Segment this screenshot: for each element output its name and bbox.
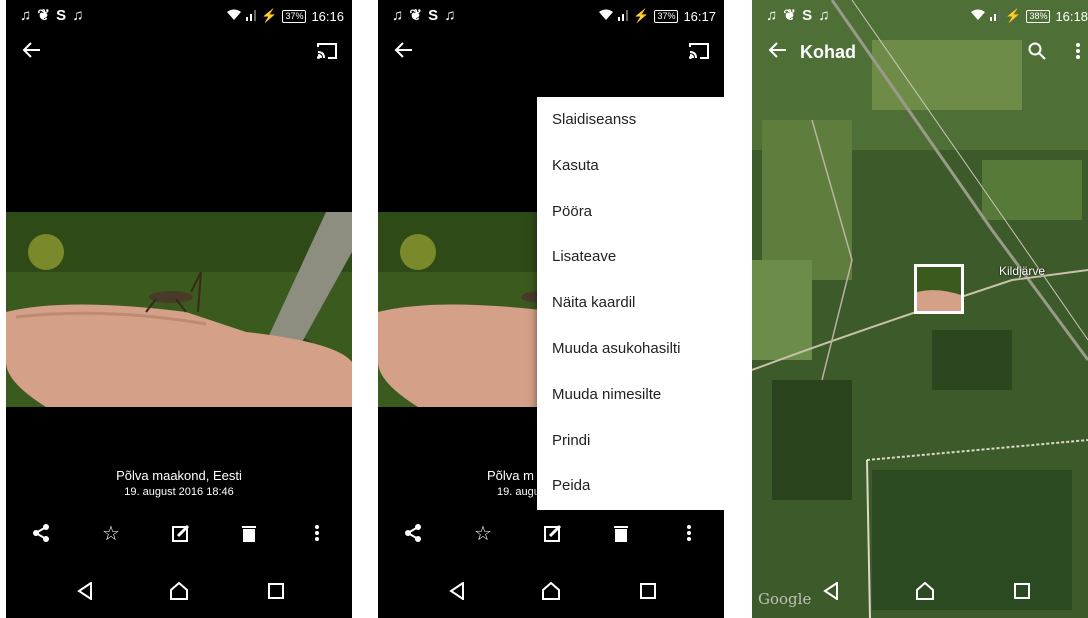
status-notification-icons: ♫ ❦ S ♫ xyxy=(20,7,85,24)
caption-date: 19. august 2016 18:46 xyxy=(124,486,234,498)
status-bar: ♫ ❦ S ♫ ⚡ 38% 16:18 xyxy=(752,0,1088,32)
signal-icon xyxy=(618,9,629,24)
nav-back-icon[interactable] xyxy=(442,576,472,606)
photo-location-marker[interactable] xyxy=(914,264,964,314)
star-icon[interactable]: ☆ xyxy=(468,518,498,548)
system-nav-bar xyxy=(752,566,1088,618)
menu-item-slideshow[interactable]: Slaidiseanss xyxy=(537,97,724,143)
nav-home-icon[interactable] xyxy=(536,576,566,606)
status-notification-icons: ♫ ❦ S ♫ xyxy=(392,7,457,24)
status-bar: ♫ ❦ S ♫ ⚡ 37% 16:17 xyxy=(378,0,724,32)
status-right: ⚡ 37% 16:17 xyxy=(599,8,716,24)
phone-screen-photo-viewer: ♫ ❦ S ♫ ⚡ 37% 16:16 Põlva maakond, Eesti… xyxy=(6,0,352,618)
signal-icon xyxy=(990,9,1001,24)
nav-back-icon[interactable] xyxy=(70,576,100,606)
battery-level: 37% xyxy=(282,9,307,23)
menu-item-show-on-map[interactable]: Näita kaardil xyxy=(537,280,724,326)
star-icon[interactable]: ☆ xyxy=(96,518,126,548)
app-bar: Kohad xyxy=(752,34,1088,74)
nav-recent-icon[interactable] xyxy=(633,576,663,606)
status-bar: ♫ ❦ S ♫ ⚡ 37% 16:16 xyxy=(6,0,352,32)
share-icon[interactable] xyxy=(26,518,56,548)
menu-item-rotate[interactable]: Pööra xyxy=(537,189,724,235)
menu-item-hide[interactable]: Peida xyxy=(537,463,724,509)
status-time: 16:18 xyxy=(1055,8,1088,24)
system-nav-bar xyxy=(6,566,352,618)
menu-item-details[interactable]: Lisateave xyxy=(537,234,724,280)
arrow-left-icon[interactable] xyxy=(768,40,788,66)
signal-icon xyxy=(246,9,257,24)
status-right: ⚡ 38% 16:18 xyxy=(971,8,1088,24)
menu-item-print[interactable]: Prindi xyxy=(537,418,724,464)
system-nav-bar xyxy=(378,566,724,618)
edit-icon[interactable] xyxy=(538,518,568,548)
cast-icon[interactable] xyxy=(316,42,338,65)
nav-recent-icon[interactable] xyxy=(1007,576,1037,606)
charging-icon: ⚡ xyxy=(261,8,278,23)
status-time: 16:17 xyxy=(683,8,716,24)
page-title: Kohad xyxy=(800,42,856,62)
app-bar xyxy=(6,34,352,74)
battery-level: 37% xyxy=(654,9,679,23)
nav-recent-icon[interactable] xyxy=(261,576,291,606)
nav-back-icon[interactable] xyxy=(816,576,846,606)
status-right: ⚡ 37% 16:16 xyxy=(227,8,344,24)
photo-action-bar: ☆ xyxy=(6,518,352,550)
trash-icon[interactable] xyxy=(606,518,636,548)
wifi-icon xyxy=(227,9,242,24)
more-vert-icon[interactable] xyxy=(302,518,332,548)
nav-home-icon[interactable] xyxy=(910,576,940,606)
wifi-icon xyxy=(971,9,986,24)
photo-caption: Põlva maakond, Eesti 19. august 2016 18:… xyxy=(6,468,352,498)
battery-level: 38% xyxy=(1026,9,1051,23)
caption-location: Põlva maakond, Eesti xyxy=(116,468,242,483)
nav-home-icon[interactable] xyxy=(164,576,194,606)
charging-icon: ⚡ xyxy=(633,8,650,23)
phone-screen-overflow-menu: ♫ ❦ S ♫ ⚡ 37% 16:17 Põlva m 19. augu ☆ S… xyxy=(378,0,724,618)
phone-screen-places-map: ♫ ❦ S ♫ ⚡ 38% 16:18 Kohad Kildjärve Goog… xyxy=(752,0,1088,618)
more-vert-icon[interactable] xyxy=(1076,43,1080,64)
menu-item-edit-location-tag[interactable]: Muuda asukohasilti xyxy=(537,326,724,372)
status-notification-icons: ♫ ❦ S ♫ xyxy=(766,7,831,24)
wifi-icon xyxy=(599,9,614,24)
photo-action-bar: ☆ xyxy=(378,518,724,550)
more-vert-icon[interactable] xyxy=(674,518,704,548)
arrow-left-icon[interactable] xyxy=(22,40,42,66)
trash-icon[interactable] xyxy=(234,518,264,548)
search-icon[interactable] xyxy=(1028,42,1046,65)
share-icon[interactable] xyxy=(398,518,428,548)
status-time: 16:16 xyxy=(311,8,344,24)
arrow-left-icon[interactable] xyxy=(394,40,414,66)
edit-icon[interactable] xyxy=(166,518,196,548)
app-bar xyxy=(378,34,724,74)
place-label: Kildjärve xyxy=(999,264,1046,278)
charging-icon: ⚡ xyxy=(1005,8,1022,23)
cast-icon[interactable] xyxy=(688,42,710,65)
overflow-menu: Slaidiseanss Kasuta Pööra Lisateave Näit… xyxy=(537,97,724,510)
menu-item-edit-name-tags[interactable]: Muuda nimesilte xyxy=(537,372,724,418)
menu-item-use-as[interactable]: Kasuta xyxy=(537,143,724,189)
photo-grasshopper-on-finger[interactable] xyxy=(6,212,352,407)
